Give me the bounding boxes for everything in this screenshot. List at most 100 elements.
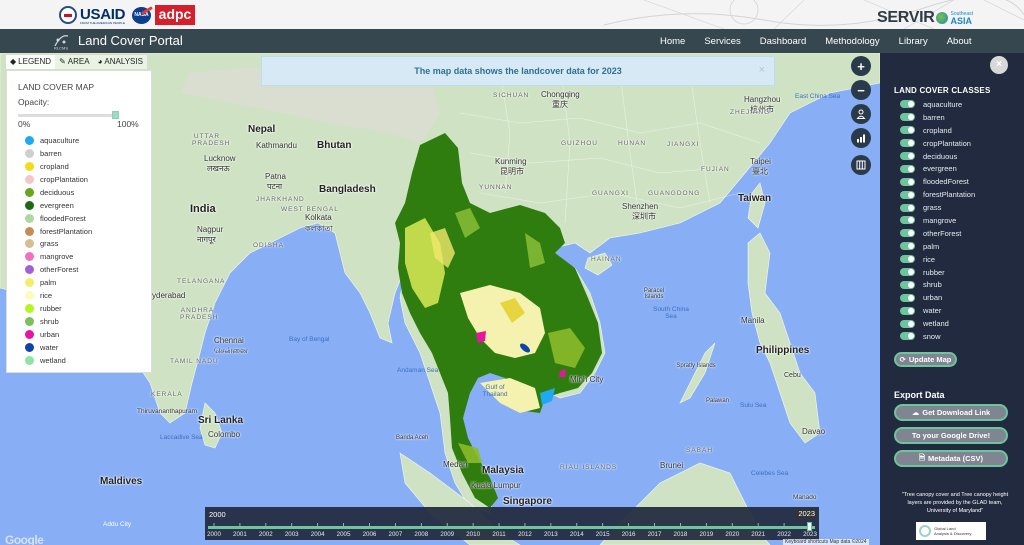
class-toggle-switch[interactable] — [900, 139, 915, 148]
app-title[interactable]: Land Cover Portal — [78, 33, 183, 48]
map-label: Colombo — [208, 430, 241, 439]
class-toggle-switch[interactable] — [900, 319, 915, 328]
class-toggle-switch[interactable] — [900, 126, 915, 135]
class-toggle-switch[interactable] — [900, 255, 915, 264]
timeline-year-label[interactable]: 2014 — [570, 531, 584, 538]
user-button[interactable] — [851, 104, 871, 124]
class-toggle-switch[interactable] — [900, 100, 915, 109]
map-label: SABAH — [686, 447, 714, 454]
tab-analysis[interactable]: ◕ ANALYSIS — [93, 55, 147, 69]
class-toggle-switch[interactable] — [900, 332, 915, 341]
map-label: Brunei — [660, 461, 684, 470]
timeline-year-label[interactable]: 2008 — [414, 531, 428, 538]
tab-area[interactable]: ✎ AREA — [55, 55, 94, 69]
map-layers-button[interactable] — [851, 155, 871, 175]
class-toggle-row: forestPlantation — [900, 188, 975, 201]
adpc-logo: adpc — [155, 5, 195, 25]
nav-methodology[interactable]: Methodology — [825, 36, 879, 47]
update-map-button[interactable]: ⟳ Update Map — [894, 352, 957, 367]
notice-close-button[interactable]: × — [759, 64, 765, 76]
map-label: Minh City — [570, 375, 604, 384]
class-toggle-switch[interactable] — [900, 113, 915, 122]
opacity-slider-handle[interactable] — [112, 111, 119, 119]
timeline-year-label[interactable]: 2004 — [311, 531, 325, 538]
timeline-year-label[interactable]: 2007 — [389, 531, 403, 538]
class-toggle-switch[interactable] — [900, 216, 915, 225]
panel-close-button[interactable]: × — [990, 56, 1008, 74]
class-toggle-switch[interactable] — [900, 203, 915, 212]
year-timeline-slider[interactable]: 2000 2023 2000 2001 2002 2003 2004 2005 2006 20… — [205, 507, 819, 540]
servir-region: Southeast ASIA — [950, 11, 973, 26]
class-toggle-row: wetland — [900, 317, 975, 330]
timeline-year-label[interactable]: 2003 — [285, 531, 299, 538]
legend-item-label: floodedForest — [40, 213, 86, 223]
timeline-handle[interactable] — [807, 522, 812, 531]
nav-about[interactable]: About — [947, 36, 972, 47]
timeline-year-label[interactable]: 2013 — [544, 531, 558, 538]
timeline-year-label[interactable]: 2016 — [622, 531, 636, 538]
timeline-year-label[interactable]: 2021 — [751, 531, 765, 538]
opacity-slider[interactable] — [18, 111, 119, 119]
map-label: JHARKHAND — [256, 196, 305, 203]
timeline-year-label[interactable]: 2002 — [259, 531, 273, 538]
land-cover-portal-page: { "header": { "partner_logos": { "usaid"… — [0, 0, 1024, 545]
glad-logo[interactable]: Global Land Analysis & Discovery — [916, 522, 986, 540]
timeline-year-label[interactable]: 2017 — [648, 531, 662, 538]
metadata-csv-button[interactable]: 🗎 Metadata (CSV) — [894, 450, 1008, 467]
class-toggle-switch[interactable] — [900, 242, 915, 251]
get-download-link-button[interactable]: ☁ Get Download Link — [894, 404, 1008, 421]
map-label: UTTAR PRADESH — [192, 133, 231, 147]
timeline-year-label[interactable]: 2009 — [440, 531, 454, 538]
class-toggle-switch[interactable] — [900, 177, 915, 186]
servir-text: SERVIR — [877, 9, 935, 26]
timeline-year-label[interactable]: 2020 — [725, 531, 739, 538]
map-label: Sri Lanka — [198, 415, 244, 426]
timeline-year-label[interactable]: 2018 — [674, 531, 688, 538]
timeline-year-label[interactable]: 2012 — [518, 531, 532, 538]
map-label: Philippines — [756, 345, 810, 356]
legend-color-swatch — [25, 291, 34, 301]
timeline-year-label[interactable]: 2022 — [777, 531, 791, 538]
timeline-year-label[interactable]: 2015 — [596, 531, 610, 538]
nav-library[interactable]: Library — [899, 36, 928, 47]
timeline-year-label[interactable]: 2001 — [233, 531, 247, 538]
class-toggle-label: cropland — [923, 125, 952, 135]
legend-color-swatch — [25, 252, 34, 262]
class-toggle-switch[interactable] — [900, 306, 915, 315]
zoom-out-button[interactable]: − — [851, 80, 871, 100]
nav-services[interactable]: Services — [704, 36, 740, 47]
timeline-year-label[interactable]: 2000 — [207, 531, 221, 538]
google-drive-export-button[interactable]: To your Google Drive! — [894, 427, 1008, 444]
rlcms-logo-icon[interactable]: RLCMS — [52, 32, 70, 50]
legend-color-swatch — [25, 330, 34, 340]
svg-text:RLCMS: RLCMS — [54, 46, 68, 51]
class-toggle-row: urban — [900, 291, 975, 304]
map-label: Thiruvananthapuram — [137, 408, 197, 415]
class-toggle-switch[interactable] — [900, 152, 915, 160]
legend-item: mangrove — [25, 250, 92, 263]
timeline-year-label[interactable]: 2019 — [699, 531, 713, 538]
map-label: Bay of Bengal — [289, 336, 330, 343]
timeline-year-label[interactable]: 2023 — [803, 531, 817, 538]
nav-home[interactable]: Home — [660, 36, 685, 47]
class-toggle-switch[interactable] — [900, 190, 915, 199]
legend-item: floodedForest — [25, 212, 92, 225]
class-toggle-switch[interactable] — [900, 229, 915, 238]
timeline-year-label[interactable]: 2005 — [337, 531, 351, 538]
map-label: Spratly Islands — [676, 363, 716, 369]
timeline-year-label[interactable]: 2010 — [466, 531, 480, 538]
zoom-in-button[interactable]: + — [851, 56, 871, 76]
timeline-track[interactable] — [208, 526, 815, 529]
class-toggle-switch[interactable] — [900, 293, 915, 302]
legend-item: rice — [25, 289, 92, 302]
timeline-year-label[interactable]: 2011 — [492, 531, 505, 538]
class-toggle-switch[interactable] — [900, 164, 915, 173]
class-toggle-switch[interactable] — [900, 268, 915, 277]
timeline-year-label[interactable]: 2006 — [363, 531, 377, 538]
timeline-selected-year: 2023 — [796, 509, 817, 518]
chart-button[interactable] — [851, 128, 871, 148]
class-toggle-switch[interactable] — [900, 280, 915, 289]
nav-dashboard[interactable]: Dashboard — [760, 36, 806, 47]
map-attribution[interactable]: Keyboard shortcuts Map data ©2024 — [783, 539, 869, 545]
tab-legend[interactable]: ◆ LEGEND — [6, 55, 56, 69]
